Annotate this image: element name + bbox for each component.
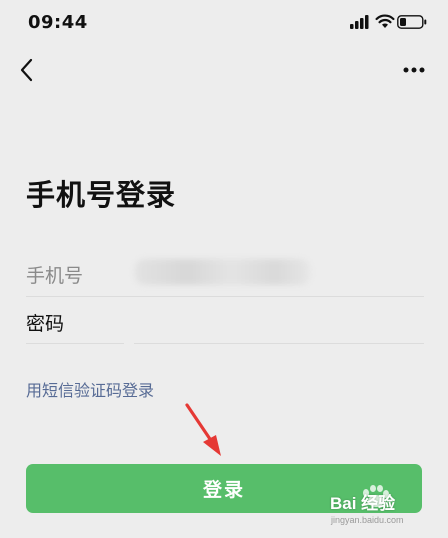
divider	[26, 343, 124, 344]
divider	[134, 343, 424, 344]
phone-label: 手机号	[26, 265, 84, 287]
chevron-left-icon[interactable]	[18, 58, 38, 82]
divider	[26, 296, 424, 297]
page-title: 手机号登录	[26, 178, 177, 212]
password-input[interactable]	[135, 303, 420, 341]
more-dots-icon[interactable]	[403, 66, 425, 74]
phone-value-blurred[interactable]	[135, 259, 310, 285]
sms-login-link[interactable]: 用短信验证码登录	[26, 377, 154, 401]
cellular-signal-icon	[350, 15, 369, 29]
watermark-brand: Bai 经验	[330, 494, 396, 513]
password-label: 密码	[26, 313, 65, 335]
watermark-url: jingyan.baidu.com	[331, 515, 404, 525]
battery-icon	[397, 15, 427, 29]
arrow-annotation-icon	[185, 403, 221, 456]
wifi-icon	[375, 14, 395, 28]
status-time: 09:44	[28, 12, 88, 33]
